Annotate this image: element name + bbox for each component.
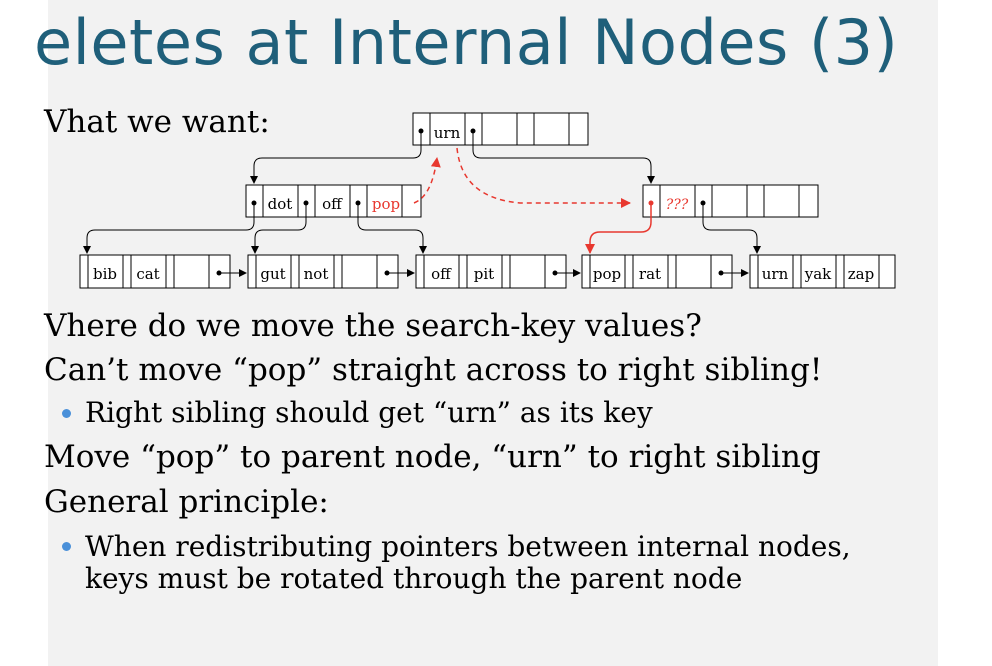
leaf-key: off [431, 265, 452, 283]
leaf-key: pit [474, 265, 494, 283]
pointer-dot-moved [648, 200, 654, 206]
internal-key-moving: pop [372, 195, 400, 213]
leaf-key: gut [260, 265, 285, 283]
sub-bullet-dot [62, 409, 71, 418]
leaf-key: pop [593, 265, 621, 283]
internal-key-unknown: ??? [666, 197, 689, 213]
leaf-key: rat [639, 265, 661, 283]
sub-bullet-redistributing-cont: keys must be rotated through the parent … [85, 562, 743, 595]
rotation-arrows [413, 147, 652, 254]
btree-diagram: urn dot off pop ??? bib cat gut not off … [79, 112, 896, 289]
internal-key: off [322, 195, 343, 213]
sub-bullet-redistributing: When redistributing pointers between int… [85, 530, 851, 563]
urn-to-sibling-arrow [456, 147, 631, 208]
bullet-cant-move: Can’t move “pop” straight across to righ… [44, 352, 823, 388]
internal-key: dot [268, 195, 293, 213]
bullet-general-principle: General principle: [44, 484, 329, 520]
leaf-key: zap [848, 265, 874, 283]
leaf-key: cat [136, 265, 159, 283]
moved-pointer-arrow [585, 205, 652, 254]
slide: eletes at Internal Nodes (3) Vhat we wan… [0, 0, 992, 666]
bullet-where-move: Vhere do we move the search-key values? [44, 308, 702, 344]
root-key: urn [434, 124, 461, 142]
sub-bullet-dot [62, 542, 71, 551]
leaf-key: yak [804, 265, 832, 283]
sub-bullet-right-sibling: Right sibling should get “urn” as its ke… [85, 396, 653, 429]
bullet-move-pop: Move “pop” to parent node, “urn” to righ… [44, 439, 821, 475]
leaf-key: not [304, 265, 329, 283]
leaf-key: bib [93, 265, 117, 283]
leaf-key: urn [762, 265, 789, 283]
